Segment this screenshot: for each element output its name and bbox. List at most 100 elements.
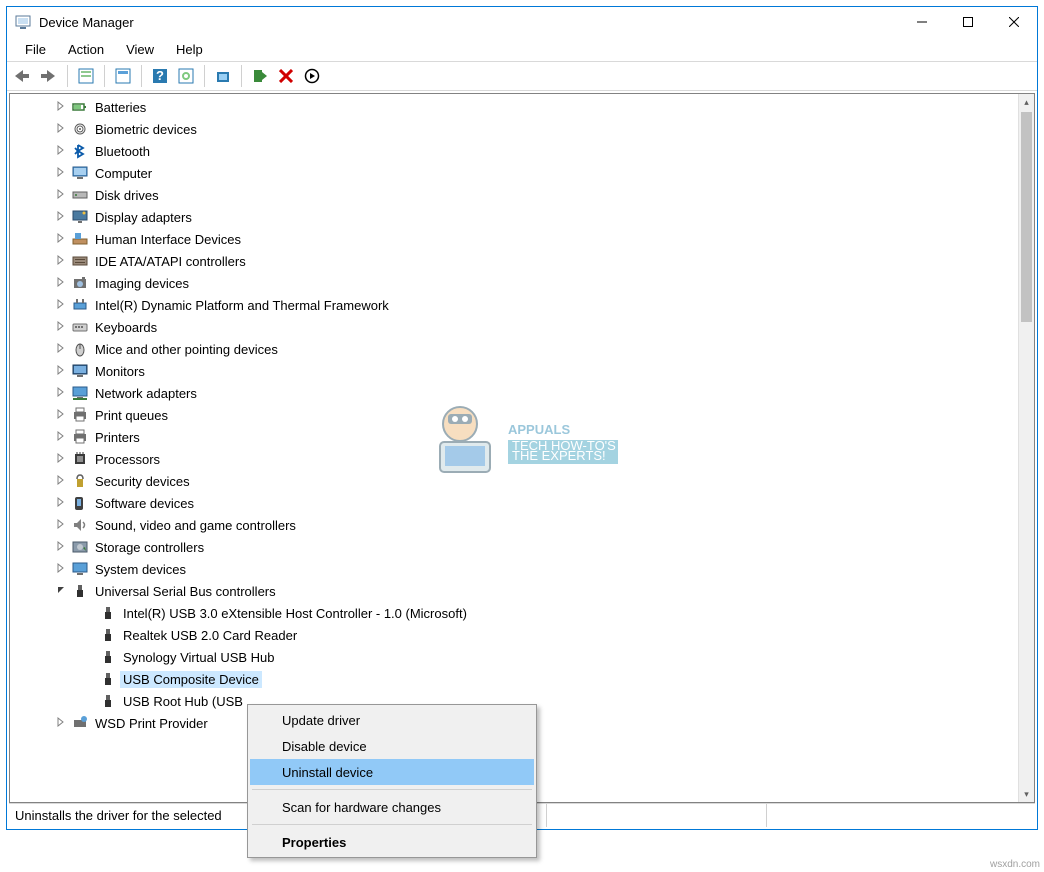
close-button[interactable] [991, 7, 1037, 37]
enable-device-button[interactable] [248, 64, 272, 88]
context-menu[interactable]: Update driverDisable deviceUninstall dev… [247, 704, 537, 858]
tree-category-label: Imaging devices [92, 275, 192, 292]
uninstall-button[interactable] [274, 64, 298, 88]
expand-icon[interactable] [54, 717, 68, 730]
printqueue-icon [71, 407, 89, 423]
expand-icon[interactable] [54, 123, 68, 136]
scroll-thumb[interactable] [1021, 112, 1032, 322]
tree-category[interactable]: Sound, video and game controllers [10, 514, 1018, 536]
tree-category[interactable]: Imaging devices [10, 272, 1018, 294]
expand-icon[interactable] [54, 167, 68, 180]
tree-category[interactable]: Intel(R) Dynamic Platform and Thermal Fr… [10, 294, 1018, 316]
tree-category-label: Disk drives [92, 187, 162, 204]
tree-category[interactable]: Universal Serial Bus controllers [10, 580, 1018, 602]
tree-category-label: Keyboards [92, 319, 160, 336]
tree-category-label: Monitors [92, 363, 148, 380]
tree-category[interactable]: Computer [10, 162, 1018, 184]
update-driver-button[interactable] [211, 64, 235, 88]
tree-category-label: IDE ATA/ATAPI controllers [92, 253, 249, 270]
tree-device[interactable]: Synology Virtual USB Hub [10, 646, 1018, 668]
tree-category[interactable]: Biometric devices [10, 118, 1018, 140]
window-title: Device Manager [39, 15, 134, 30]
expand-icon[interactable] [54, 365, 68, 378]
expand-icon[interactable] [54, 541, 68, 554]
expand-icon[interactable] [54, 475, 68, 488]
tree-category[interactable]: Processors [10, 448, 1018, 470]
expand-icon[interactable] [54, 299, 68, 312]
properties-button[interactable] [111, 64, 135, 88]
disable-device-button[interactable] [300, 64, 324, 88]
back-button[interactable] [11, 64, 35, 88]
tree-category[interactable]: Storage controllers [10, 536, 1018, 558]
forward-button[interactable] [37, 64, 61, 88]
tree-category[interactable]: Batteries [10, 96, 1018, 118]
context-menu-item[interactable]: Properties [250, 829, 534, 855]
menu-view[interactable]: View [116, 40, 164, 59]
expand-icon[interactable] [54, 277, 68, 290]
maximize-button[interactable] [945, 7, 991, 37]
tree-category[interactable]: Network adapters [10, 382, 1018, 404]
context-menu-item[interactable]: Scan for hardware changes [250, 794, 534, 820]
menu-help[interactable]: Help [166, 40, 213, 59]
tree-category[interactable]: Keyboards [10, 316, 1018, 338]
minimize-button[interactable] [899, 7, 945, 37]
show-hidden-button[interactable] [74, 64, 98, 88]
expand-icon[interactable] [54, 255, 68, 268]
tree-category[interactable]: Software devices [10, 492, 1018, 514]
menu-action[interactable]: Action [58, 40, 114, 59]
context-menu-separator [252, 789, 532, 790]
tree-category[interactable]: IDE ATA/ATAPI controllers [10, 250, 1018, 272]
usbdev-icon [99, 671, 117, 687]
computer-icon [71, 165, 89, 181]
imaging-icon [71, 275, 89, 291]
expand-icon[interactable] [54, 497, 68, 510]
context-menu-item[interactable]: Update driver [250, 707, 534, 733]
vertical-scrollbar[interactable]: ▴ ▾ [1018, 94, 1034, 802]
titlebar[interactable]: Device Manager [7, 7, 1037, 37]
scroll-down-arrow[interactable]: ▾ [1019, 786, 1034, 802]
tree-category[interactable]: Security devices [10, 470, 1018, 492]
context-menu-item[interactable]: Disable device [250, 733, 534, 759]
expand-icon[interactable] [54, 519, 68, 532]
expand-icon[interactable] [54, 453, 68, 466]
expand-icon[interactable] [54, 387, 68, 400]
tree-category[interactable]: Monitors [10, 360, 1018, 382]
tree-category[interactable]: Disk drives [10, 184, 1018, 206]
tree-device[interactable]: Realtek USB 2.0 Card Reader [10, 624, 1018, 646]
tree-category[interactable]: Bluetooth [10, 140, 1018, 162]
expand-icon[interactable] [54, 321, 68, 334]
expand-icon[interactable] [54, 101, 68, 114]
tree-device-label: Synology Virtual USB Hub [120, 649, 278, 666]
collapse-icon[interactable] [54, 585, 68, 598]
context-menu-item[interactable]: Uninstall device [250, 759, 534, 785]
expand-icon[interactable] [54, 431, 68, 444]
help-button[interactable]: ? [148, 64, 172, 88]
expand-icon[interactable] [54, 189, 68, 202]
tree-category[interactable]: Display adapters [10, 206, 1018, 228]
expand-icon[interactable] [54, 233, 68, 246]
status-cell [547, 804, 767, 827]
scan-button[interactable] [174, 64, 198, 88]
tree-category[interactable]: Printers [10, 426, 1018, 448]
expand-icon[interactable] [54, 563, 68, 576]
usbdev-icon [99, 693, 117, 709]
device-tree[interactable]: BatteriesBiometric devicesBluetooth Compu… [10, 94, 1018, 802]
expand-icon[interactable] [54, 145, 68, 158]
tree-category-label: Computer [92, 165, 155, 182]
tree-category-label: Security devices [92, 473, 193, 490]
tree-category[interactable]: Mice and other pointing devices [10, 338, 1018, 360]
ide-icon [71, 253, 89, 269]
tree-device-label: USB Composite Device [120, 671, 262, 688]
tree-category[interactable]: System devices [10, 558, 1018, 580]
tree-category[interactable]: Print queues [10, 404, 1018, 426]
tree-category[interactable]: Human Interface Devices [10, 228, 1018, 250]
scroll-up-arrow[interactable]: ▴ [1019, 94, 1034, 110]
expand-icon[interactable] [54, 409, 68, 422]
expand-icon[interactable] [54, 211, 68, 224]
tree-device[interactable]: USB Composite Device [10, 668, 1018, 690]
tree-device[interactable]: Intel(R) USB 3.0 eXtensible Host Control… [10, 602, 1018, 624]
menu-file[interactable]: File [15, 40, 56, 59]
expand-icon[interactable] [54, 343, 68, 356]
tree-device-label: Realtek USB 2.0 Card Reader [120, 627, 300, 644]
battery-icon [71, 99, 89, 115]
